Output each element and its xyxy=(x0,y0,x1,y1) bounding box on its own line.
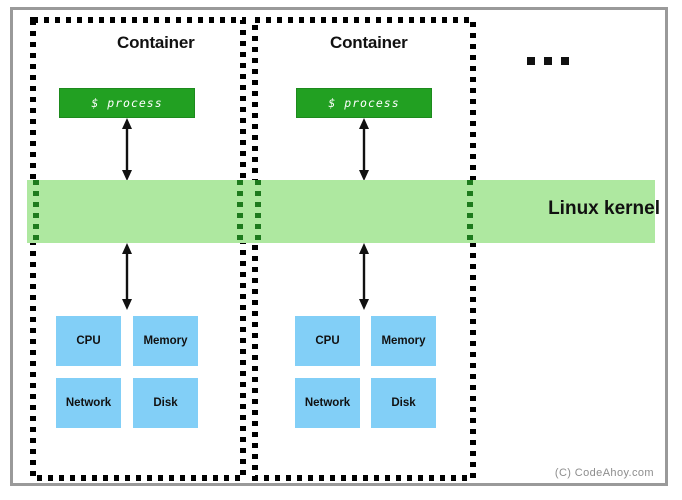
more-containers-ellipsis-icon xyxy=(527,57,569,65)
resource-label: Disk xyxy=(153,397,178,409)
resource-box-network-2: Network xyxy=(295,378,360,428)
resource-box-disk-2: Disk xyxy=(371,378,436,428)
resource-label: CPU xyxy=(76,335,101,347)
kernel-to-resources-arrow-2 xyxy=(359,243,369,310)
ellipsis-dot xyxy=(561,57,569,65)
resource-label: Memory xyxy=(143,335,188,347)
process-to-kernel-arrow-2 xyxy=(359,118,369,181)
container-1-dash-overlay xyxy=(33,180,243,243)
resource-box-disk-1: Disk xyxy=(133,378,198,428)
resource-box-memory-1: Memory xyxy=(133,316,198,366)
resource-box-cpu-1: CPU xyxy=(56,316,121,366)
diagram-canvas: Container $ process CPU Memory Network D… xyxy=(0,0,682,500)
watermark-attribution: (C) CodeAhoy.com xyxy=(554,467,654,479)
resource-label: Network xyxy=(304,397,351,409)
resource-label: CPU xyxy=(315,335,340,347)
process-to-kernel-arrow-1 xyxy=(122,118,132,181)
container-title-1: Container xyxy=(117,33,195,52)
process-box-2: $ process xyxy=(296,88,432,118)
kernel-to-resources-arrow-1 xyxy=(122,243,132,310)
linux-kernel-label: Linux kernel xyxy=(548,198,660,219)
ellipsis-dot xyxy=(527,57,535,65)
process-label-2: $ process xyxy=(328,96,400,110)
ellipsis-dot xyxy=(544,57,552,65)
resource-box-memory-2: Memory xyxy=(371,316,436,366)
resource-box-cpu-2: CPU xyxy=(295,316,360,366)
container-2-dash-overlay xyxy=(255,180,473,243)
process-box-1: $ process xyxy=(59,88,195,118)
resource-label: Network xyxy=(65,397,112,409)
resource-label: Memory xyxy=(381,335,426,347)
resource-label: Disk xyxy=(391,397,416,409)
container-title-2: Container xyxy=(330,33,408,52)
resource-box-network-1: Network xyxy=(56,378,121,428)
process-label-1: $ process xyxy=(91,96,163,110)
